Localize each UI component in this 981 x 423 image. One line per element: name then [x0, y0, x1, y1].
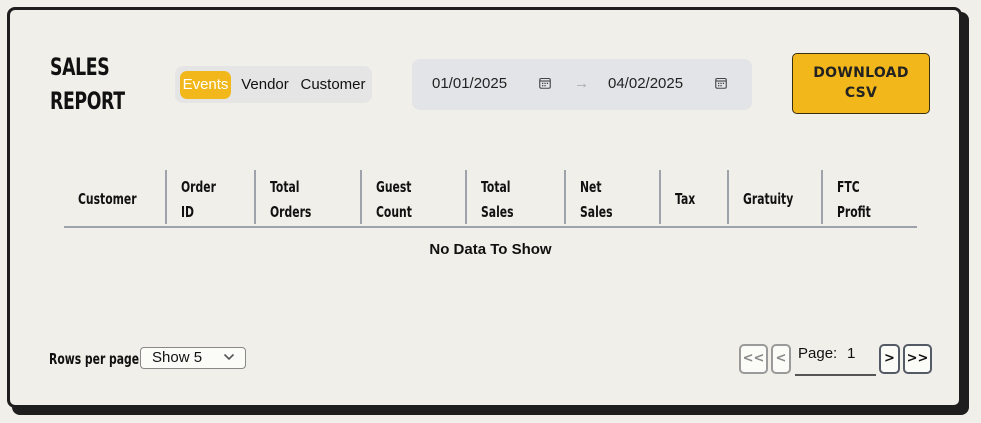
- chevron-down-icon: [223, 353, 235, 361]
- first-page-button[interactable]: <<: [739, 344, 768, 374]
- column-net-sales[interactable]: Net Sales: [564, 170, 659, 224]
- page-input-underline: [795, 374, 876, 376]
- range-arrow-icon: →: [574, 75, 589, 92]
- title-line-1: SALES: [50, 53, 110, 81]
- column-label: Tax: [675, 190, 696, 208]
- rows-per-page-select[interactable]: Show 5: [140, 347, 246, 369]
- tab-events[interactable]: Events: [180, 71, 231, 99]
- rows-per-page-value: Show 5: [152, 349, 203, 366]
- column-label: Guest Count: [376, 178, 412, 221]
- title-line-2: REPORT: [50, 87, 125, 115]
- column-label: Net Sales: [580, 178, 613, 221]
- column-label: FTC Profit: [837, 178, 871, 221]
- column-label: Total Sales: [481, 178, 514, 221]
- column-customer[interactable]: Customer: [64, 170, 165, 224]
- start-date-input[interactable]: 01/01/2025: [432, 75, 507, 92]
- rows-per-page-label: Rows per page:: [49, 350, 144, 368]
- download-label-line-2: CSV: [844, 85, 878, 101]
- end-date-input[interactable]: 04/02/2025: [608, 75, 683, 92]
- column-gratuity[interactable]: Gratuity: [727, 170, 821, 224]
- tab-vendor[interactable]: Vendor: [237, 71, 293, 99]
- date-range-picker[interactable]: 01/01/2025 → 04/02/2025: [412, 59, 752, 110]
- column-order-id[interactable]: Order ID: [165, 170, 254, 224]
- column-guest-count[interactable]: Guest Count: [360, 170, 465, 224]
- page-title: SALES REPORT: [50, 50, 125, 118]
- page-number-input[interactable]: 1: [847, 345, 855, 362]
- report-type-tabs: Events Vendor Customer: [175, 66, 372, 103]
- tab-customer[interactable]: Customer: [299, 71, 367, 99]
- download-label-line-1: DOWNLOAD: [813, 65, 909, 81]
- column-ftc-profit[interactable]: FTC Profit: [821, 170, 917, 224]
- calendar-icon[interactable]: [715, 77, 727, 89]
- column-label: Gratuity: [743, 190, 794, 208]
- column-label: Order ID: [181, 178, 216, 221]
- download-csv-button[interactable]: DOWNLOAD CSV: [792, 53, 930, 114]
- sales-report-card: SALES REPORT Events Vendor Customer 01/0…: [7, 7, 962, 408]
- column-label: Total Orders: [270, 178, 312, 221]
- page-label: Page:: [798, 345, 838, 362]
- calendar-icon[interactable]: [539, 77, 551, 89]
- column-total-sales[interactable]: Total Sales: [465, 170, 564, 224]
- empty-table-message: No Data To Show: [429, 241, 552, 258]
- table-header: Customer Order ID Total Orders Guest Count …: [64, 170, 917, 228]
- last-page-button[interactable]: >>: [903, 344, 932, 374]
- column-tax[interactable]: Tax: [659, 170, 727, 224]
- next-page-button[interactable]: >: [879, 344, 900, 374]
- column-label: Customer: [78, 190, 137, 208]
- column-total-orders[interactable]: Total Orders: [254, 170, 360, 224]
- previous-page-button[interactable]: <: [771, 344, 791, 374]
